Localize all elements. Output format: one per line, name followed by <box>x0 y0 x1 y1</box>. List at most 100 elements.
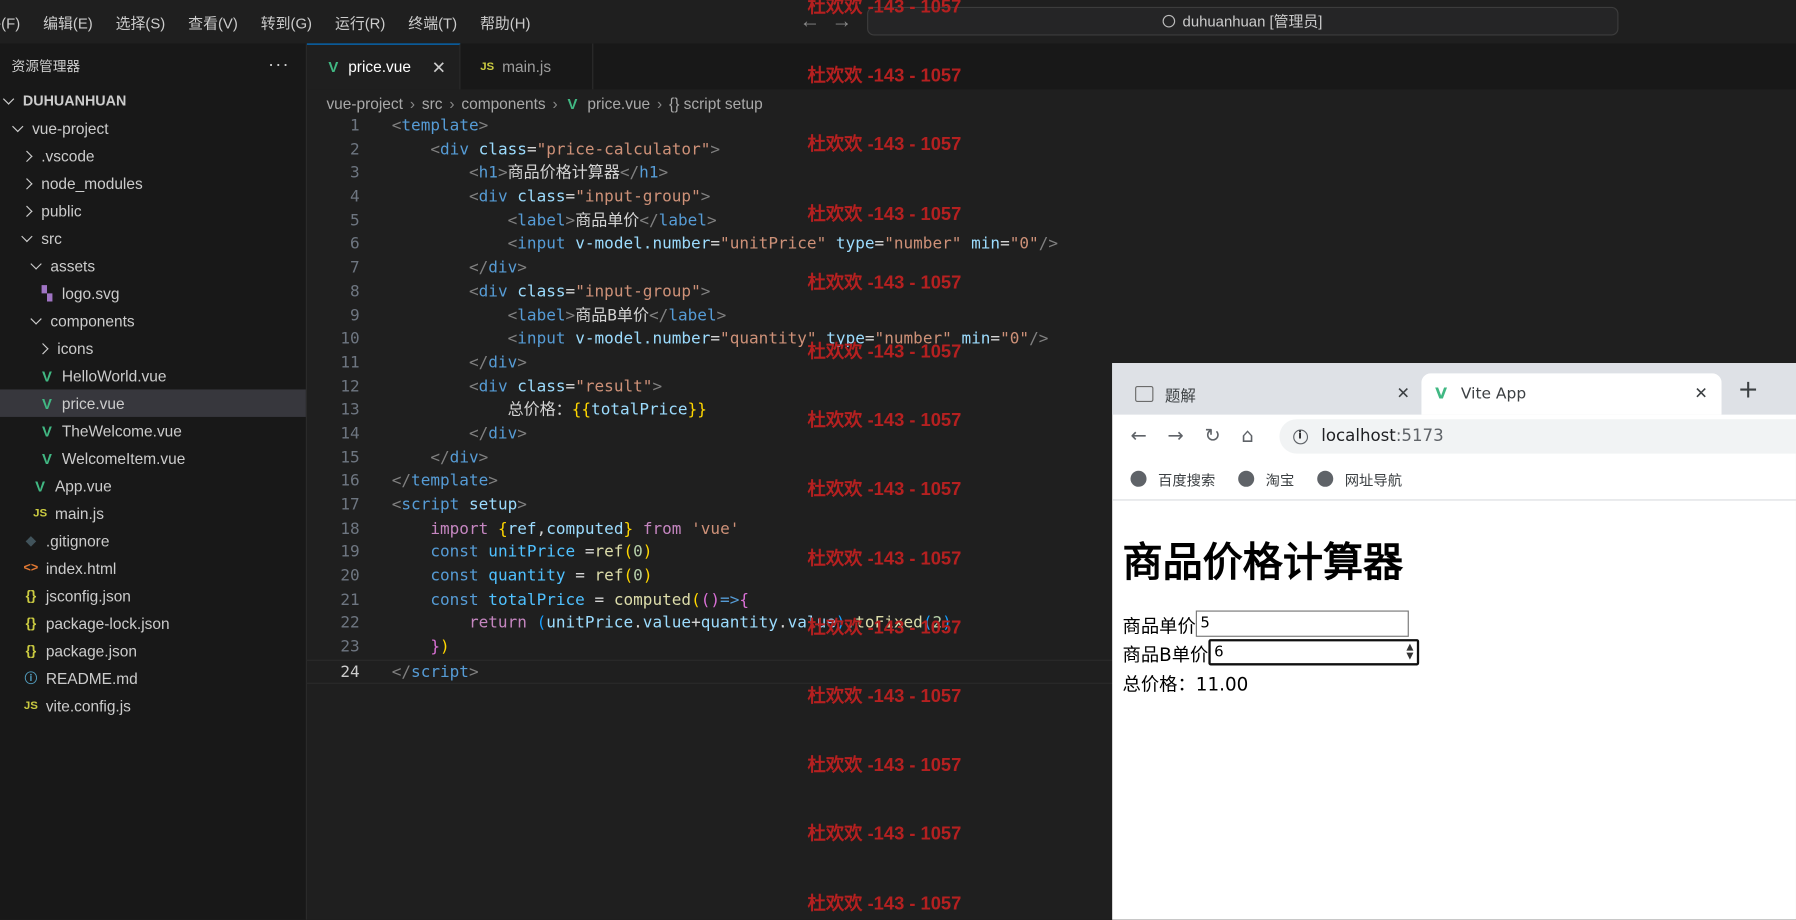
menu-item[interactable]: 查看(V) <box>188 11 238 33</box>
line-number: 20 <box>340 567 360 586</box>
tree-item-label: TheWelcome.vue <box>61 422 182 440</box>
watermark-text: 杜欢欢 -143 - 1057 <box>807 825 962 845</box>
image-icon <box>1135 385 1154 403</box>
chevron-right-icon: › <box>552 94 558 112</box>
file-item[interactable]: Vprice.vue <box>0 389 306 417</box>
code-text: <label>商品B单价</label> <box>507 306 727 325</box>
tree-item-label: index.html <box>45 559 117 577</box>
bookmark-item[interactable]: 网址导航 <box>1317 468 1402 490</box>
address-bar[interactable]: i localhost:5173 <box>1278 419 1796 454</box>
file-item[interactable]: JS vite.config.js <box>0 692 306 719</box>
code-text: <label>商品单价</label> <box>507 211 717 230</box>
menu-item[interactable]: 转到(G) <box>261 11 312 33</box>
folder-item[interactable]: icons <box>0 334 306 361</box>
breadcrumb-item[interactable]: src <box>422 94 443 111</box>
folder-item[interactable]: public <box>0 197 306 224</box>
b-price-input[interactable] <box>1208 639 1420 666</box>
url-host: localhost <box>1321 427 1396 446</box>
reload-icon[interactable]: ↻ <box>1204 425 1220 448</box>
menu-item[interactable]: 选择(S) <box>116 11 166 33</box>
code-line: 4 <div class="input-group"> <box>307 186 1796 210</box>
menu-item[interactable]: 帮助(H) <box>480 11 530 33</box>
tree-item-label: README.md <box>45 669 138 687</box>
file-item[interactable]: V App.vue <box>0 472 306 499</box>
tab-price-vue[interactable]: V price.vue ✕ <box>306 43 461 90</box>
watermark-text: 杜欢欢 -143 - 1057 <box>807 756 962 776</box>
tree-item-label: WelcomeItem.vue <box>61 449 186 467</box>
code-line: 1 <template> <box>307 115 1796 139</box>
code-text: <div class="price-calculator"> <box>430 140 721 159</box>
file-item[interactable]: V TheWelcome.vue <box>0 417 306 444</box>
file-item[interactable]: {} package.json <box>0 637 306 664</box>
file-item[interactable]: {} package-lock.json <box>0 609 306 636</box>
file-item[interactable]: V HelloWorld.vue <box>0 362 306 389</box>
line-number: 22 <box>340 614 360 633</box>
browser-tab-vite-app[interactable]: V Vite App ✕ <box>1421 373 1722 415</box>
code-text: </div> <box>468 259 527 278</box>
bookmark-item[interactable]: 淘宝 <box>1238 468 1294 490</box>
back-arrow-icon[interactable]: ← <box>1131 425 1147 448</box>
browser-tab-tijie[interactable]: 题解 ✕ <box>1135 373 1424 414</box>
breadcrumb-item[interactable]: {} script setup <box>669 94 763 111</box>
folder-item[interactable]: assets <box>0 252 306 279</box>
folder-item[interactable]: vue-project <box>0 115 306 142</box>
file-item[interactable]: ◆ .gitignore <box>0 527 306 554</box>
file-item[interactable]: ▚ logo.svg <box>0 279 306 306</box>
tree-item-label: package-lock.json <box>45 614 170 632</box>
line-number: 1 <box>349 116 360 136</box>
home-icon[interactable]: ⌂ <box>1241 425 1253 448</box>
forward-arrow-icon[interactable]: → <box>1167 425 1183 448</box>
code-line: 6 <input v-model.number="unitPrice" type… <box>307 233 1796 257</box>
file-item[interactable]: JS main.js <box>0 499 306 526</box>
browser-tab-label: 题解 <box>1164 387 1196 406</box>
close-icon[interactable]: ✕ <box>1694 385 1707 403</box>
line-number: 16 <box>340 472 360 491</box>
info-icon[interactable]: i <box>1292 428 1308 444</box>
file-item[interactable]: <> index.html <box>0 554 306 581</box>
browser-window: 题解 ✕ V Vite App ✕ + ← → ↻ ⌂ i localhost:… <box>1112 363 1796 920</box>
file-tree: DUHUANHUAN vue-project .vscode node_module… <box>0 87 306 719</box>
watermark-text: 杜欢欢 -143 - 1057 <box>807 135 962 156</box>
file-item[interactable]: V WelcomeItem.vue <box>0 444 306 471</box>
chevron-down-icon <box>2 92 15 105</box>
explorer-title: 资源管理器 <box>11 57 81 74</box>
vue-file-icon: V <box>41 422 52 440</box>
folder-item[interactable]: .vscode <box>0 142 306 169</box>
code-line: 10 <input v-model.number="quantity" type… <box>307 328 1796 352</box>
code-text: const unitPrice =ref(0) <box>430 543 653 562</box>
menu-item[interactable]: 终端(T) <box>408 11 457 33</box>
more-actions-icon[interactable]: ··· <box>268 55 290 76</box>
menu-item[interactable]: 编辑(E) <box>43 11 93 33</box>
folder-item[interactable]: components <box>0 307 306 334</box>
tree-item-label: assets <box>50 257 96 275</box>
vue-file-icon: V <box>567 94 578 112</box>
menu-item[interactable]: 运行(R) <box>335 11 385 33</box>
bookmark-item[interactable]: 百度搜索 <box>1130 468 1215 490</box>
tab-main-js[interactable]: JS main.js <box>461 43 594 90</box>
image-file-icon: ▚ <box>41 285 53 302</box>
page-heading: 商品价格计算器 <box>1122 540 1404 587</box>
workspace-root[interactable]: DUHUANHUAN <box>0 87 306 114</box>
new-tab-icon[interactable]: + <box>1738 376 1759 405</box>
line-number: 19 <box>340 543 360 562</box>
bookmarks-bar: 百度搜索 淘宝 网址导航 <box>1112 458 1796 501</box>
watermark-text: 杜欢欢 -143 - 1057 <box>807 687 962 707</box>
close-icon[interactable]: ✕ <box>1397 385 1410 403</box>
code-text: }) <box>430 638 450 657</box>
bookmark-label: 淘宝 <box>1265 471 1295 489</box>
watermark-text: 杜欢欢 -143 - 1057 <box>807 0 962 18</box>
breadcrumb-item[interactable]: price.vue <box>587 94 650 111</box>
vue-file-icon: V <box>328 58 339 76</box>
breadcrumb-item[interactable]: vue-project <box>326 94 403 111</box>
spinner-arrows-icon[interactable]: ▲ ▼ <box>1406 642 1413 661</box>
command-center[interactable]: duhuanhuan [管理员] <box>867 6 1619 36</box>
close-icon[interactable]: ✕ <box>432 57 446 77</box>
menu-item[interactable]: 件(F) <box>0 11 20 33</box>
folder-item[interactable]: src <box>0 224 306 251</box>
file-item[interactable]: {} jsconfig.json <box>0 582 306 609</box>
watermark-text: 杜欢欢 -143 - 1057 <box>807 480 962 500</box>
unit-price-input[interactable] <box>1195 610 1409 637</box>
file-item[interactable]: ⓘ README.md <box>0 664 306 691</box>
breadcrumb-item[interactable]: components <box>461 94 545 111</box>
folder-item[interactable]: node_modules <box>0 170 306 197</box>
